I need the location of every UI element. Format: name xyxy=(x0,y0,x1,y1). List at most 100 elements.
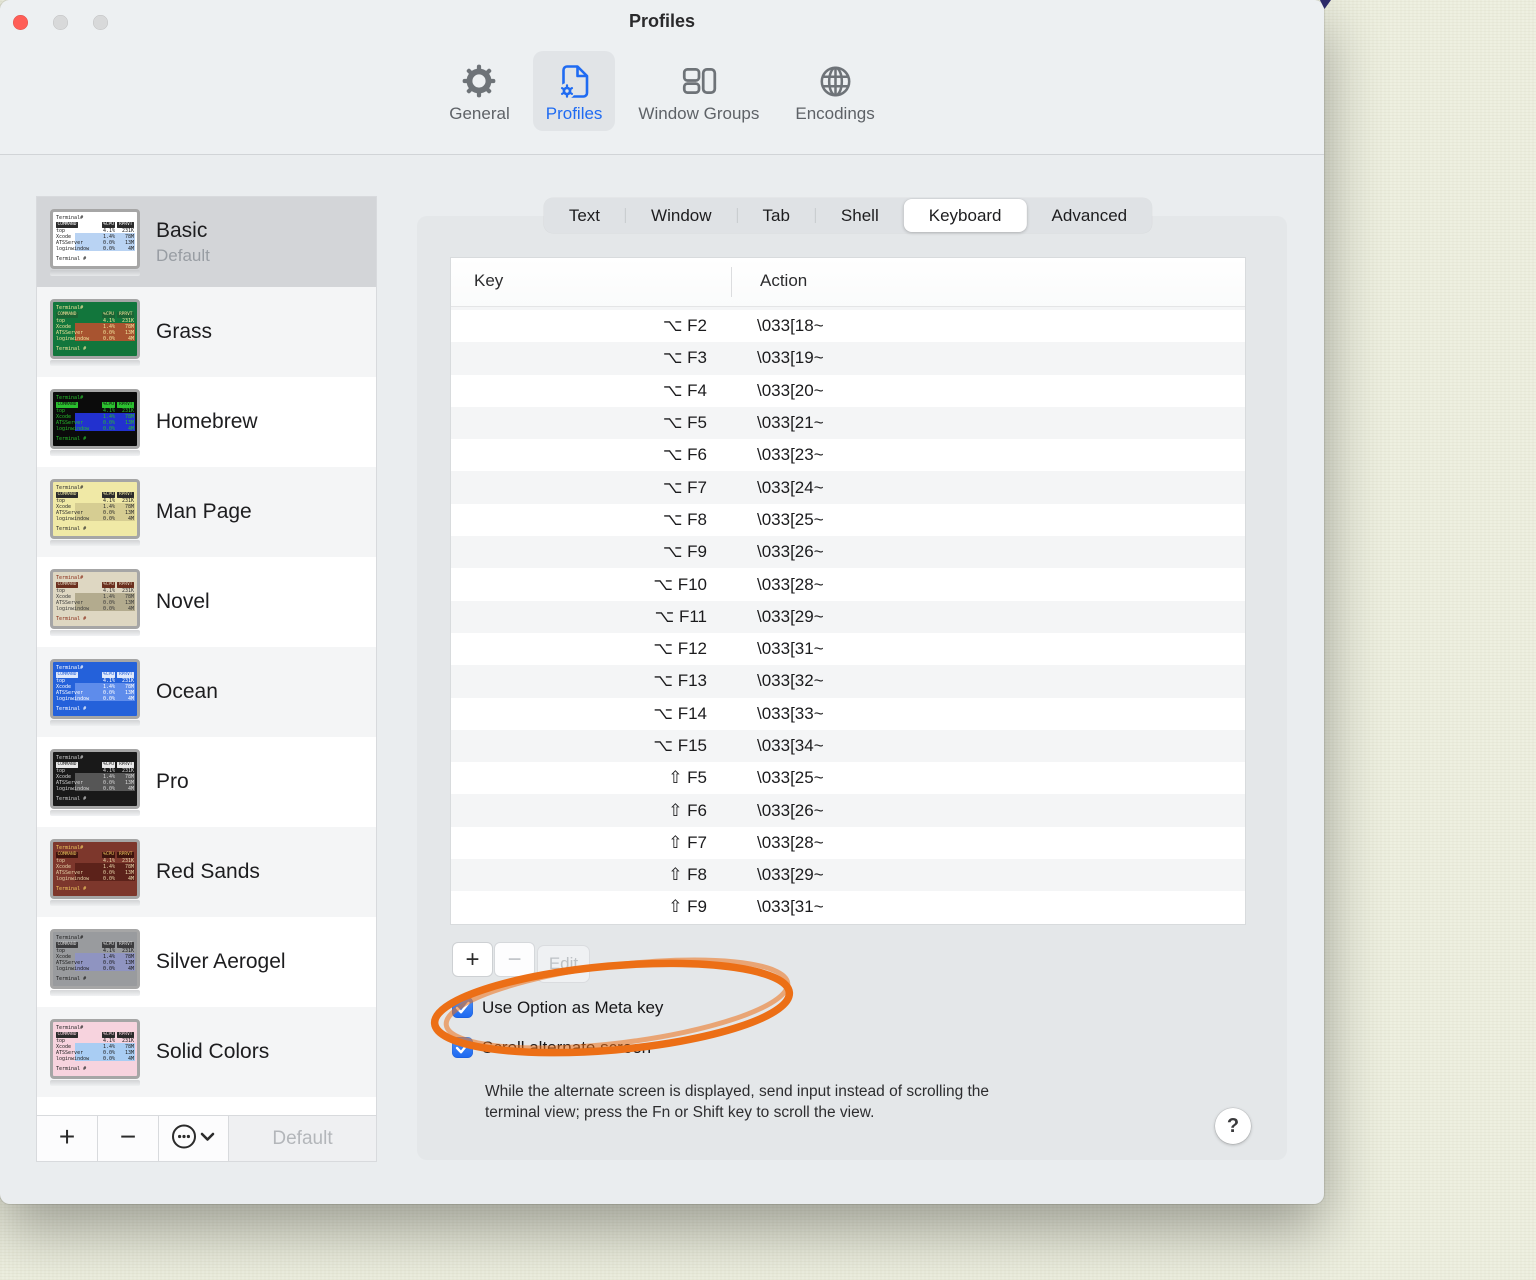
keybinding-row[interactable]: ⌥ F13 \033[32~ xyxy=(451,665,1245,698)
profile-row-novel[interactable]: Terminal# COMMAND %CPU RPRVT top 4.1% 231K Xcod… xyxy=(37,557,376,647)
column-header-key: Key xyxy=(474,271,504,290)
profile-text: Basic Default xyxy=(156,219,210,266)
tab-window[interactable]: Window xyxy=(626,198,736,233)
profile-tabs: Text Window Tab Shell Keyboard Advanced xyxy=(543,198,1153,233)
keybinding-row[interactable]: ⇧ F5 \033[25~ xyxy=(451,762,1245,794)
toolbar-item-general[interactable]: General xyxy=(436,51,522,131)
profile-row-solid-colors[interactable]: Terminal# COMMAND %CPU RPRVT top 4.1% 231K Xcod… xyxy=(37,1007,376,1097)
keybinding-row[interactable]: ⇧ F9 \033[31~ xyxy=(451,891,1245,923)
profile-text: Grass xyxy=(156,320,212,344)
globe-icon xyxy=(816,61,855,101)
profile-row-red-sands[interactable]: Terminal# COMMAND %CPU RPRVT top 4.1% 231K Xcod… xyxy=(37,827,376,917)
keybinding-row[interactable]: ⌥ F7 \033[24~ xyxy=(451,471,1245,504)
terminal-preview-content: Terminal# COMMAND %CPU RPRVT top 4.1% 231K Xcod… xyxy=(53,662,137,716)
terminal-preview-content: Terminal# COMMAND %CPU RPRVT top 4.1% 231K Xcod… xyxy=(53,842,137,896)
preview-title: Terminal# xyxy=(56,664,84,671)
keybinding-row[interactable]: ⌥ F5 \033[21~ xyxy=(451,406,1245,440)
thumbnail-shadow xyxy=(50,449,140,456)
preview-prompt: Terminal # xyxy=(56,885,87,892)
keybinding-row[interactable]: ⌥ F3 \033[19~ xyxy=(451,342,1245,375)
profile-name: Homebrew xyxy=(156,410,258,433)
checkbox-label: Scroll alternate screen xyxy=(482,1037,652,1057)
key-cell: ⇧ F6 xyxy=(668,800,707,820)
preview-title: Terminal# xyxy=(56,394,84,401)
profile-row-ocean[interactable]: Terminal# COMMAND %CPU RPRVT top 4.1% 231K Xcod… xyxy=(37,647,376,737)
tab-advanced[interactable]: Advanced xyxy=(1027,198,1153,233)
profile-actions-menu-button[interactable] xyxy=(159,1116,229,1161)
profile-name: Solid Colors xyxy=(156,1040,270,1063)
toolbar-item-label: Profiles xyxy=(545,104,603,123)
key-cell: ⇧ F5 xyxy=(668,768,707,788)
tab-text[interactable]: Text xyxy=(544,198,625,233)
profile-row-grass[interactable]: Terminal# COMMAND %CPU RPRVT top 4.1% 231K Xcod… xyxy=(37,287,376,377)
remove-keybinding-button[interactable]: − xyxy=(494,942,535,977)
keybinding-row[interactable]: ⌥ F11 \033[29~ xyxy=(451,600,1245,633)
help-button[interactable]: ? xyxy=(1215,1108,1251,1144)
terminal-preview-content: Terminal# COMMAND %CPU RPRVT top 4.1% 231K Xcod… xyxy=(53,1022,137,1076)
set-default-button[interactable]: Default xyxy=(229,1116,376,1161)
profile-row-basic[interactable]: Terminal# COMMAND %CPU RPRVT top 4.1% 231K Xcod… xyxy=(37,197,376,287)
tab-shell[interactable]: Shell xyxy=(816,198,904,233)
keybinding-row[interactable]: ⌥ F9 \033[26~ xyxy=(451,536,1245,569)
key-cell: ⌥ F6 xyxy=(662,445,707,465)
keybinding-row[interactable]: ⇧ F8 \033[29~ xyxy=(451,859,1245,892)
preview-process-row: loginwindow 0.0% 4M xyxy=(56,965,134,972)
keybinding-row[interactable]: ⌥ F14 \033[33~ xyxy=(451,698,1245,730)
profile-text: Pro xyxy=(156,770,189,794)
keybinding-row[interactable]: ⇧ F6 \033[26~ xyxy=(451,794,1245,827)
key-cell: ⌥ F11 xyxy=(654,606,707,626)
action-cell: \033[20~ xyxy=(757,380,824,400)
profile-row-silver-aerogel[interactable]: Terminal# COMMAND %CPU RPRVT top 4.1% 231K Xcod… xyxy=(37,917,376,1007)
zoom-button[interactable] xyxy=(93,15,108,30)
profile-thumbnail: Terminal# COMMAND %CPU RPRVT top 4.1% 231K Xcod… xyxy=(50,388,143,456)
add-keybinding-button[interactable]: + xyxy=(452,942,493,977)
action-cell: \033[29~ xyxy=(757,865,824,885)
preview-prompt: Terminal # xyxy=(56,795,87,802)
keybinding-row[interactable]: ⇧ F7 \033[28~ xyxy=(451,827,1245,859)
add-profile-button[interactable]: + xyxy=(37,1116,98,1161)
action-cell: \033[28~ xyxy=(757,574,824,594)
scroll-alternate-screen-checkbox[interactable] xyxy=(452,1037,473,1058)
profile-text: Novel xyxy=(156,590,210,614)
toolbar-item-label: Window Groups xyxy=(638,104,760,123)
keybinding-row[interactable]: ⌥ F15 \033[34~ xyxy=(451,729,1245,763)
action-cell: \033[33~ xyxy=(757,703,824,723)
key-cell: ⌥ F10 xyxy=(653,574,707,594)
thumbnail-shadow xyxy=(50,629,140,636)
toolbar-item-window-groups[interactable]: Window Groups xyxy=(625,51,772,131)
thumbnail-shadow xyxy=(50,269,140,276)
action-cell: \033[26~ xyxy=(757,542,824,562)
preview-prompt: Terminal # xyxy=(56,255,87,262)
keybinding-row[interactable]: ⌥ F10 \033[28~ xyxy=(451,568,1245,600)
terminal-preview: Terminal# COMMAND %CPU RPRVT top 4.1% 231K Xcod… xyxy=(50,568,140,629)
profiles-icon xyxy=(554,61,594,101)
preferences-toolbar: General Profiles Window Groups Encodings xyxy=(0,48,1324,155)
keybinding-row[interactable]: ⌥ F6 \033[23~ xyxy=(451,439,1245,471)
key-cell: ⌥ F14 xyxy=(653,703,707,723)
keybinding-row[interactable]: ⌥ F8 \033[25~ xyxy=(451,504,1245,536)
profile-name: Ocean xyxy=(156,680,218,703)
use-option-as-meta-checkbox[interactable] xyxy=(452,997,473,1018)
profile-row-pro[interactable]: Terminal# COMMAND %CPU RPRVT top 4.1% 231K Xcod… xyxy=(37,737,376,827)
keybinding-row[interactable]: ⌥ F12 \033[31~ xyxy=(451,633,1245,665)
tab-keyboard[interactable]: Keyboard xyxy=(903,199,1027,232)
action-cell: \033[21~ xyxy=(757,413,824,433)
toolbar-item-profiles[interactable]: Profiles xyxy=(532,51,616,131)
keybinding-row[interactable]: ⌥ F4 \033[20~ xyxy=(451,375,1245,407)
thumbnail-shadow xyxy=(50,359,140,366)
remove-profile-button[interactable]: − xyxy=(98,1116,159,1161)
toolbar-item-encodings[interactable]: Encodings xyxy=(782,51,887,131)
action-cell: \033[31~ xyxy=(757,897,824,917)
preview-title: Terminal# xyxy=(56,574,84,581)
profile-row-man-page[interactable]: Terminal# COMMAND %CPU RPRVT top 4.1% 231K Xcod… xyxy=(37,467,376,557)
tab-tab[interactable]: Tab xyxy=(738,198,815,233)
close-button[interactable] xyxy=(13,15,28,30)
use-option-as-meta-row: Use Option as Meta key xyxy=(452,997,663,1018)
edit-keybinding-button[interactable]: Edit xyxy=(537,945,590,983)
action-cell: \033[26~ xyxy=(757,800,824,820)
table-header: Key Action xyxy=(451,258,1245,307)
keybinding-row[interactable]: ⌥ F2 \033[18~ xyxy=(451,310,1245,342)
profile-row-homebrew[interactable]: Terminal# COMMAND %CPU RPRVT top 4.1% 231K Xcod… xyxy=(37,377,376,467)
minimize-button[interactable] xyxy=(53,15,68,30)
preview-prompt: Terminal # xyxy=(56,1065,87,1072)
